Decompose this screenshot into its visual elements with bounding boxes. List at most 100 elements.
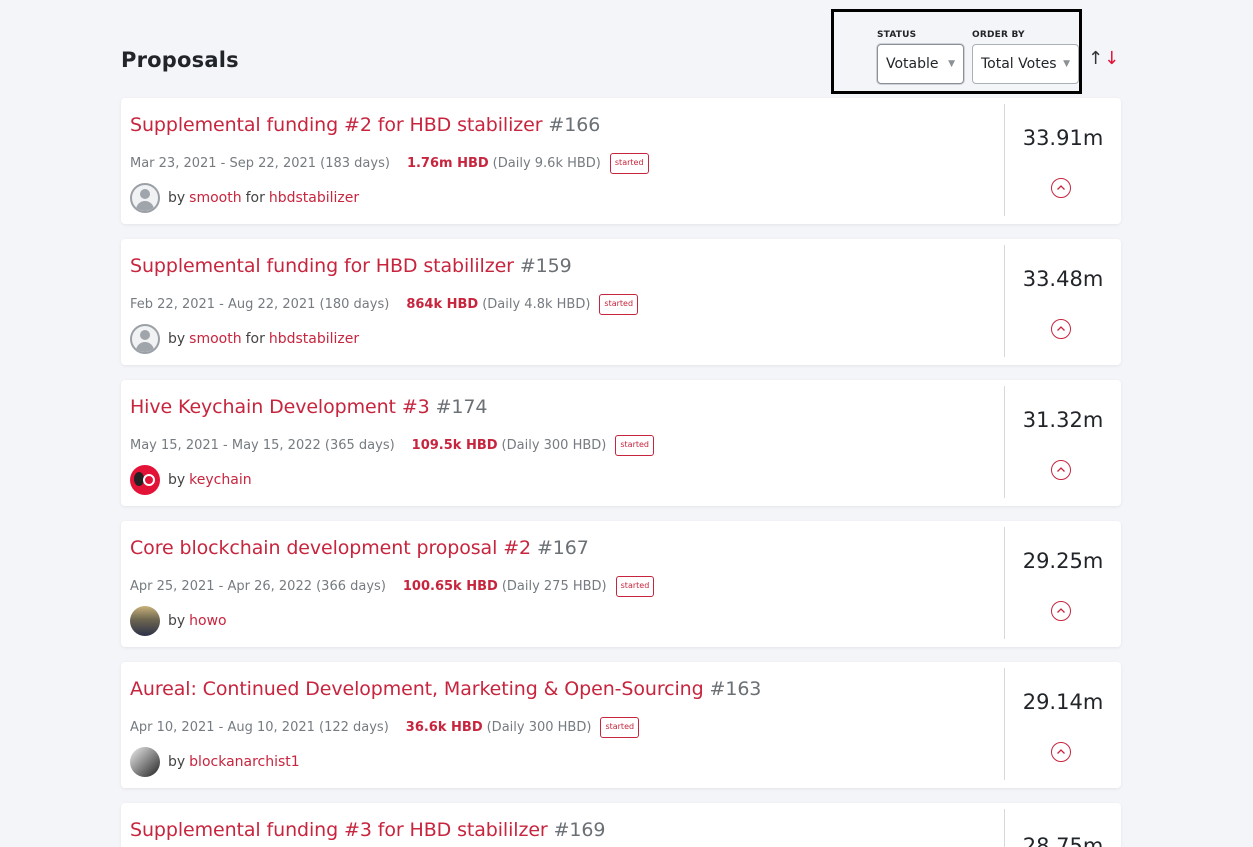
proposal-title: Supplemental funding #3 for HBD stabilil… bbox=[130, 819, 606, 841]
proposal-title: Aureal: Continued Development, Marketing… bbox=[130, 678, 761, 700]
proposal-daily: (Daily 300 HBD) bbox=[501, 438, 607, 453]
status-badge: started bbox=[600, 717, 640, 738]
creator-link[interactable]: blockanarchist1 bbox=[189, 754, 300, 770]
proposal-number: #174 bbox=[435, 396, 488, 418]
avatar[interactable] bbox=[130, 465, 160, 495]
receiver-link[interactable]: hbdstabilizer bbox=[269, 190, 359, 206]
status-select-value: Votable bbox=[886, 56, 939, 72]
proposal-title: Hive Keychain Development #3 #174 bbox=[130, 396, 487, 418]
chevron-up-icon bbox=[1057, 608, 1065, 613]
caret-down-icon: ▼ bbox=[948, 59, 955, 69]
status-badge: started bbox=[615, 576, 655, 597]
proposal-amount: 1.76m HBD bbox=[406, 156, 489, 171]
total-votes: 33.48m bbox=[1022, 267, 1104, 291]
proposal-dates: Mar 23, 2021 - Sep 22, 2021 (183 days) bbox=[130, 156, 390, 171]
proposal-dates: May 15, 2021 - May 15, 2022 (365 days) bbox=[130, 438, 395, 453]
order-select-value: Total Votes bbox=[981, 56, 1057, 72]
chevron-up-icon bbox=[1057, 326, 1065, 331]
proposal-title-link[interactable]: Supplemental funding #2 for HBD stabiliz… bbox=[130, 114, 543, 136]
upvote-button[interactable] bbox=[1051, 178, 1071, 198]
by-text: by bbox=[168, 190, 186, 206]
page-title: Proposals bbox=[121, 48, 239, 72]
caret-down-icon: ▼ bbox=[1063, 59, 1070, 69]
for-text: for bbox=[245, 190, 265, 206]
status-label: STATUS bbox=[877, 30, 917, 40]
proposal-byline: by howo bbox=[130, 606, 227, 636]
proposal-title: Core blockchain development proposal #2 … bbox=[130, 537, 589, 559]
chevron-up-icon bbox=[1057, 185, 1065, 190]
proposal-number: #166 bbox=[548, 114, 601, 136]
proposal-number: #159 bbox=[519, 255, 572, 277]
proposal-title-link[interactable]: Hive Keychain Development #3 bbox=[130, 396, 430, 418]
total-votes: 28.75m bbox=[1022, 834, 1104, 847]
avatar[interactable] bbox=[130, 324, 160, 354]
proposal-daily: (Daily 9.6k HBD) bbox=[492, 156, 601, 171]
sort-descending-icon[interactable]: ↓ bbox=[1104, 50, 1119, 68]
proposal-meta: Feb 22, 2021 - Aug 22, 2021 (180 days) 8… bbox=[130, 294, 639, 315]
proposal-dates: Apr 25, 2021 - Apr 26, 2022 (366 days) bbox=[130, 579, 386, 594]
chevron-up-icon bbox=[1057, 749, 1065, 754]
sort-ascending-icon[interactable]: ↑ bbox=[1088, 50, 1103, 68]
total-votes: 29.14m bbox=[1022, 690, 1104, 714]
by-text: by bbox=[168, 754, 186, 770]
proposal-card: Hive Keychain Development #3 #174 May 15… bbox=[121, 380, 1121, 506]
proposal-amount: 109.5k HBD bbox=[411, 438, 498, 453]
order-filter: ORDER BY Total Votes ▼ bbox=[972, 30, 1079, 84]
order-label: ORDER BY bbox=[972, 30, 1025, 40]
status-select[interactable]: Votable ▼ bbox=[877, 44, 964, 84]
vote-column: 29.25m bbox=[1004, 527, 1121, 639]
status-badge: started bbox=[599, 294, 639, 315]
proposal-title-link[interactable]: Supplemental funding for HBD stabililzer bbox=[130, 255, 514, 277]
upvote-button[interactable] bbox=[1051, 742, 1071, 762]
total-votes: 29.25m bbox=[1022, 549, 1104, 573]
proposal-byline: by keychain bbox=[130, 465, 252, 495]
proposal-meta: Apr 10, 2021 - Aug 10, 2021 (122 days) 3… bbox=[130, 717, 640, 738]
status-filter: STATUS Votable ▼ bbox=[877, 30, 964, 84]
filter-panel: STATUS Votable ▼ ORDER BY Total Votes ▼ bbox=[831, 9, 1082, 94]
total-votes: 31.32m bbox=[1022, 408, 1104, 432]
by-text: by bbox=[168, 472, 186, 488]
vote-column: 29.14m bbox=[1004, 668, 1121, 780]
vote-column: 33.48m bbox=[1004, 245, 1121, 357]
for-text: for bbox=[245, 331, 265, 347]
avatar[interactable] bbox=[130, 747, 160, 777]
proposal-card: Supplemental funding #2 for HBD stabiliz… bbox=[121, 98, 1121, 224]
receiver-link[interactable]: hbdstabilizer bbox=[269, 331, 359, 347]
status-badge: started bbox=[609, 153, 649, 174]
total-votes: 33.91m bbox=[1022, 126, 1104, 150]
proposal-title: Supplemental funding for HBD stabililzer… bbox=[130, 255, 572, 277]
by-text: by bbox=[168, 613, 186, 629]
proposal-daily: (Daily 300 HBD) bbox=[486, 720, 592, 735]
proposal-card: Core blockchain development proposal #2 … bbox=[121, 521, 1121, 647]
proposal-title-link[interactable]: Aureal: Continued Development, Marketing… bbox=[130, 678, 704, 700]
proposal-meta: May 15, 2021 - May 15, 2022 (365 days) 1… bbox=[130, 435, 655, 456]
creator-link[interactable]: howo bbox=[189, 613, 226, 629]
status-badge: started bbox=[615, 435, 655, 456]
order-select[interactable]: Total Votes ▼ bbox=[972, 44, 1079, 84]
vote-column: 31.32m bbox=[1004, 386, 1121, 498]
proposal-title-link[interactable]: Core blockchain development proposal #2 bbox=[130, 537, 531, 559]
creator-link[interactable]: keychain bbox=[189, 472, 251, 488]
vote-column: 33.91m bbox=[1004, 104, 1121, 216]
proposal-number: #167 bbox=[536, 537, 589, 559]
proposal-daily: (Daily 275 HBD) bbox=[501, 579, 607, 594]
proposal-card: Supplemental funding #3 for HBD stabilil… bbox=[121, 803, 1121, 847]
creator-link[interactable]: smooth bbox=[189, 331, 241, 347]
avatar[interactable] bbox=[130, 183, 160, 213]
creator-link[interactable]: smooth bbox=[189, 190, 241, 206]
proposal-title-link[interactable]: Supplemental funding #3 for HBD stabilil… bbox=[130, 819, 548, 841]
proposal-meta: Mar 23, 2021 - Sep 22, 2021 (183 days) 1… bbox=[130, 153, 649, 174]
vote-column: 28.75m bbox=[1004, 809, 1121, 847]
proposal-daily: (Daily 4.8k HBD) bbox=[482, 297, 591, 312]
upvote-button[interactable] bbox=[1051, 460, 1071, 480]
proposal-dates: Feb 22, 2021 - Aug 22, 2021 (180 days) bbox=[130, 297, 390, 312]
by-text: by bbox=[168, 331, 186, 347]
upvote-button[interactable] bbox=[1051, 601, 1071, 621]
upvote-button[interactable] bbox=[1051, 319, 1071, 339]
proposal-byline: by blockanarchist1 bbox=[130, 747, 300, 777]
proposal-amount: 864k HBD bbox=[406, 297, 479, 312]
proposal-number: #169 bbox=[553, 819, 606, 841]
proposal-title: Supplemental funding #2 for HBD stabiliz… bbox=[130, 114, 600, 136]
avatar[interactable] bbox=[130, 606, 160, 636]
chevron-up-icon bbox=[1057, 467, 1065, 472]
